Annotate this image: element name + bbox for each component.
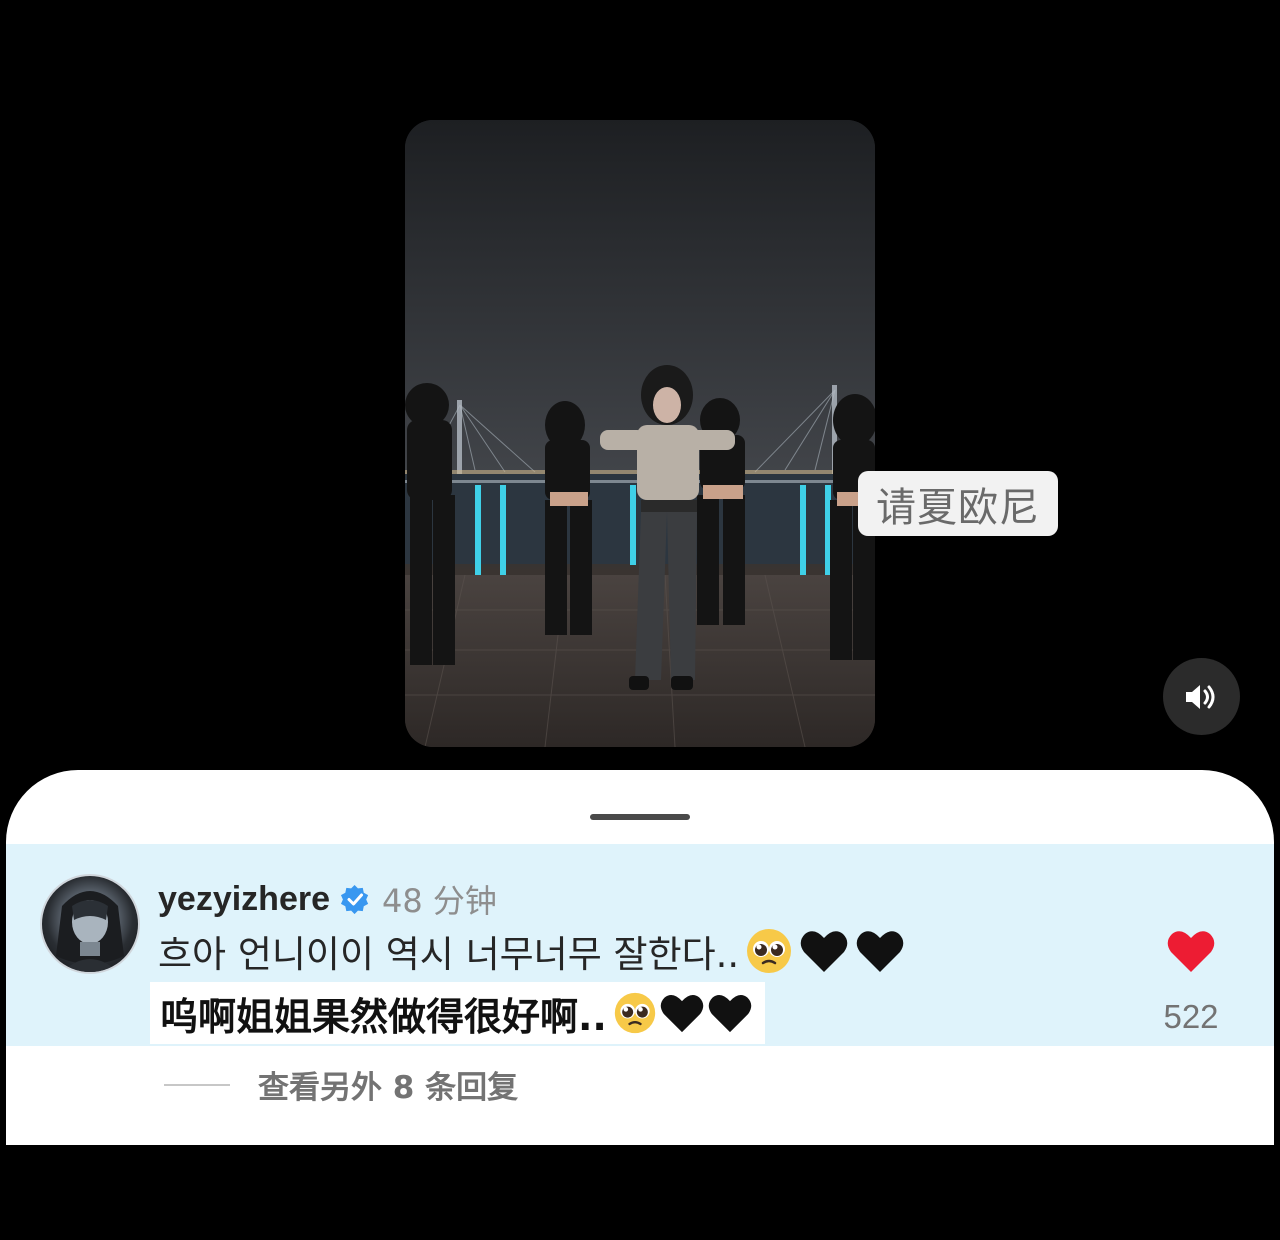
black-heart-emoji bbox=[660, 994, 704, 1033]
comment-text: 흐아 언니이이 역시 너무너무 잘한다.. bbox=[158, 933, 740, 976]
comment-timestamp: 48 分钟 bbox=[382, 882, 497, 920]
comment-emojis bbox=[745, 927, 911, 975]
avatar[interactable] bbox=[40, 874, 140, 974]
comment-item: yezyizhere 48 分钟 흐아 언니이이 역시 너무너무 잘한다.. 呜… bbox=[6, 844, 1274, 1046]
volume-button[interactable] bbox=[1163, 658, 1240, 735]
replies-divider bbox=[164, 1083, 230, 1086]
speaker-on-icon bbox=[1185, 684, 1214, 709]
pleading-face-emoji bbox=[747, 929, 792, 973]
translation-tooltip: 请夏欧尼 bbox=[858, 471, 1058, 536]
comments-sheet: yezyizhere 48 分钟 흐아 언니이이 역시 너무너무 잘한다.. 呜… bbox=[6, 770, 1274, 1145]
black-heart-emoji bbox=[708, 994, 752, 1033]
like-count: 522 bbox=[1163, 998, 1219, 1035]
verified-badge-icon bbox=[340, 884, 369, 914]
view-replies-button[interactable]: 查看另外 8 条回复 bbox=[164, 1062, 518, 1107]
comment-body: 흐아 언니이이 역시 너무너무 잘한다.. bbox=[158, 924, 911, 978]
video-frame-image bbox=[405, 120, 875, 747]
video-preview[interactable] bbox=[405, 120, 875, 747]
heart-filled-icon[interactable] bbox=[1166, 928, 1216, 974]
black-heart-emoji bbox=[856, 931, 904, 972]
translation-emojis bbox=[613, 991, 755, 1035]
avatar-image bbox=[56, 891, 124, 972]
comment-username[interactable]: yezyizhere bbox=[158, 880, 330, 919]
pleading-face-emoji bbox=[614, 992, 656, 1034]
translation-text: 呜啊姐姐果然做得很好啊.. bbox=[160, 994, 607, 1039]
view-replies-label: 查看另外 8 条回复 bbox=[258, 1070, 519, 1106]
black-heart-emoji bbox=[800, 931, 848, 972]
sheet-drag-handle[interactable] bbox=[590, 814, 690, 820]
comment-translation: 呜啊姐姐果然做得很好啊.. bbox=[150, 982, 765, 1044]
